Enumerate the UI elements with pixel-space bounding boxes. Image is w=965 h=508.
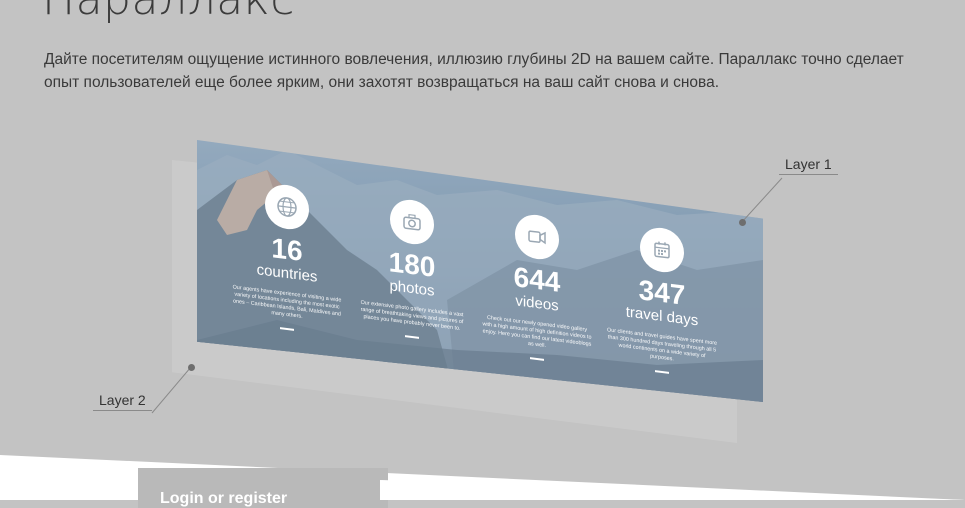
parallax-diagram: 16 countries Our agents have experience … (0, 0, 965, 500)
camera-icon (390, 197, 434, 247)
stat-travel-days: 347 travel days Our clients and travel g… (597, 220, 727, 381)
stat-countries: 16 countries Our agents have experience … (222, 177, 352, 338)
video-camera-icon (515, 212, 559, 262)
layer-2-marker (188, 364, 195, 371)
stat-text: Our clients and travel guides have spent… (607, 327, 717, 363)
login-title: Login or register (160, 490, 288, 507)
stat-videos: 644 videos Check out our newly opened vi… (472, 207, 602, 368)
stat-text: Check out our newly opened video gallery… (482, 314, 592, 350)
layer-1-label: Layer 1 (779, 156, 838, 175)
stat-text: Our extensive photo gallery includes a v… (360, 299, 464, 332)
stat-text: Our agents have experience of visiting a… (232, 284, 342, 320)
layer-2-label: Layer 2 (93, 392, 152, 411)
stat-photos: 180 photos Our extensive photo gallery i… (347, 192, 477, 346)
layer-1-marker (739, 219, 746, 226)
login-card[interactable]: Login or register (138, 468, 388, 508)
calendar-icon (640, 225, 684, 275)
globe-icon (265, 182, 309, 232)
